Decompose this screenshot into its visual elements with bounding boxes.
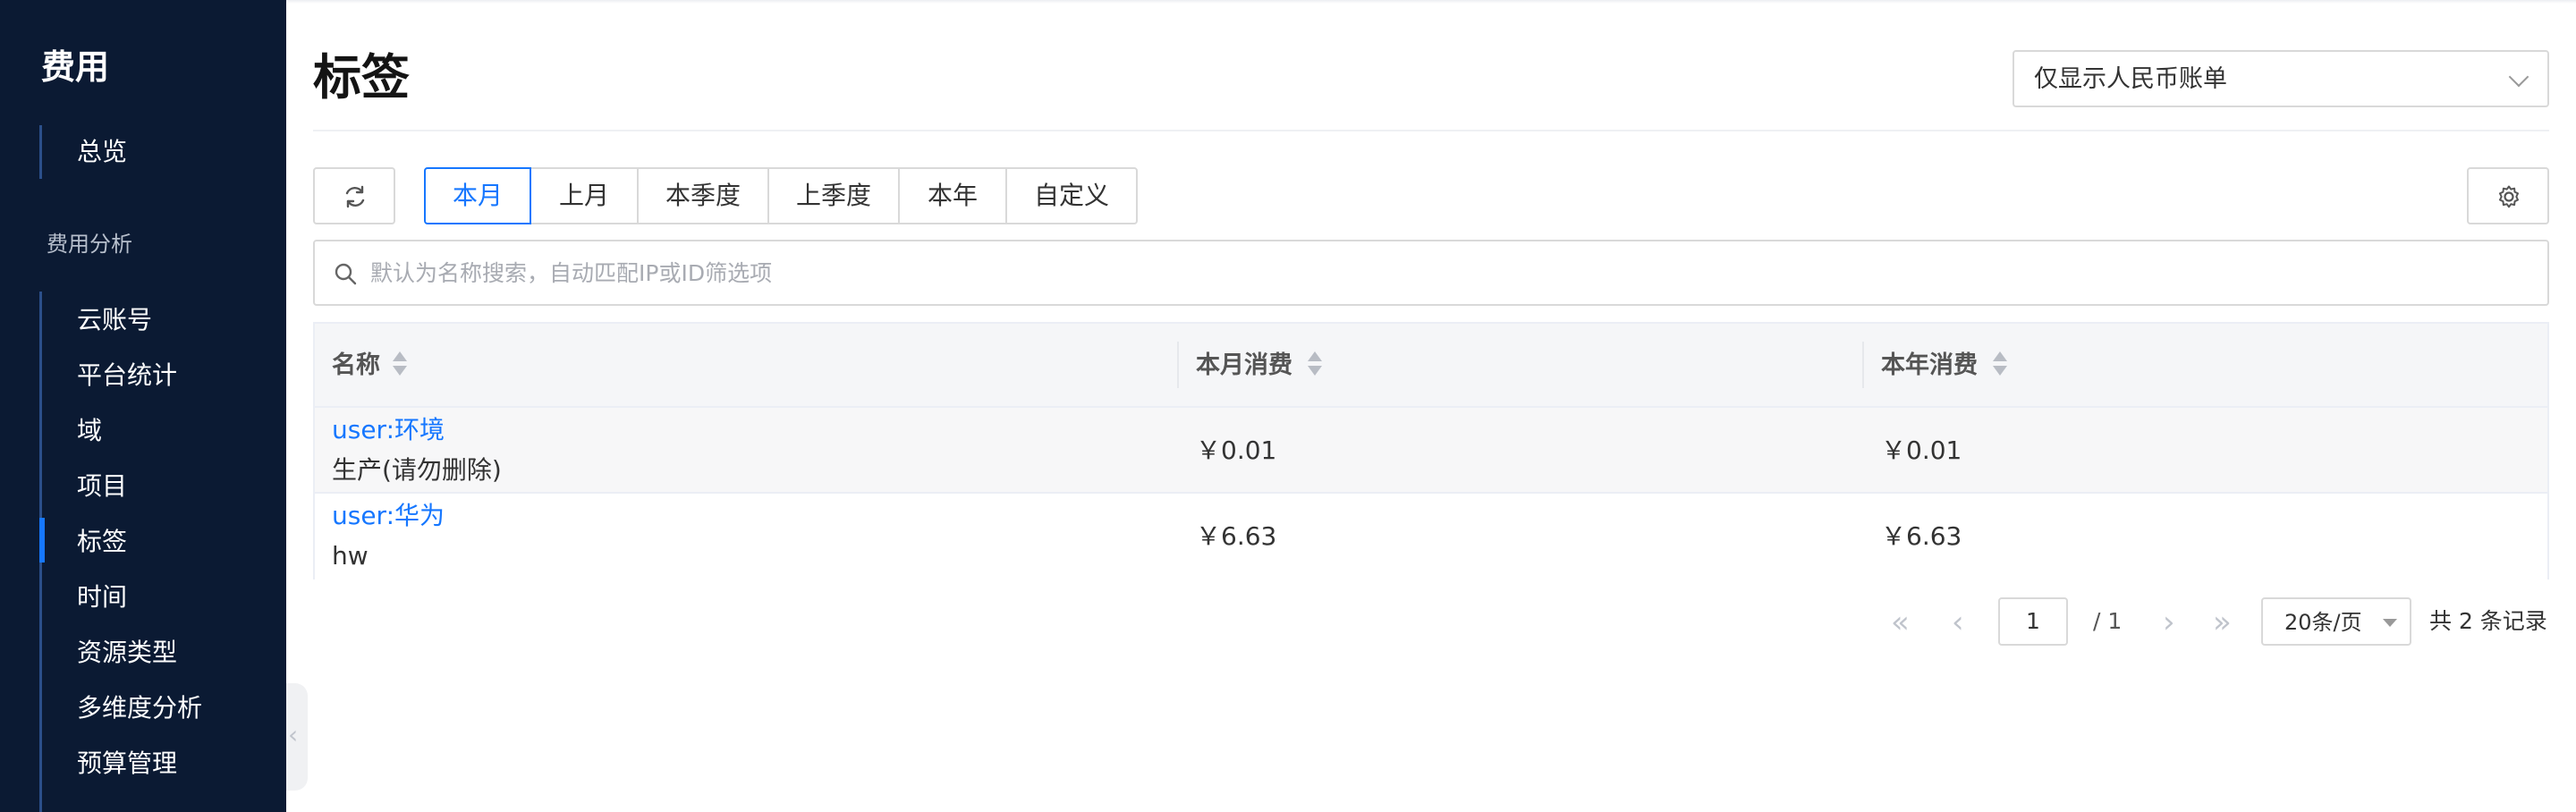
column-divider — [1177, 342, 1179, 388]
currency-filter-value: 仅显示人民币账单 — [2034, 65, 2227, 93]
time-range-tabs: 本月 上月 本季度 上季度 本年 自定义 — [424, 167, 1138, 224]
sidebar-group-label: 费用分析 — [47, 232, 132, 257]
top-shadow — [286, 0, 2576, 4]
tab-this-year[interactable]: 本年 — [898, 167, 1007, 224]
sidebar-collapse-button[interactable]: ‹ — [286, 683, 308, 791]
month-cost-cell: ￥0.01 — [1196, 436, 1277, 465]
column-header-month-cost[interactable]: 本月消费 — [1196, 349, 1292, 383]
sidebar-item-overview[interactable]: 总览 — [77, 134, 127, 170]
table-header: 名称 本月消费 本年消费 — [315, 324, 2547, 408]
refresh-button[interactable] — [313, 167, 395, 224]
tag-value: hw — [332, 541, 369, 571]
month-cost-cell: ￥6.63 — [1196, 521, 1277, 551]
search-input[interactable] — [370, 252, 2499, 293]
year-cost-cell: ￥0.01 — [1881, 436, 1962, 465]
chevron-left-icon: ‹ — [288, 720, 299, 749]
prev-page-icon[interactable]: ‹ — [1952, 605, 1964, 640]
sidebar-item-tags[interactable]: 标签 — [77, 524, 127, 560]
search-icon — [335, 263, 357, 285]
sidebar-active-indicator — [39, 518, 45, 562]
next-page-icon[interactable]: › — [2163, 605, 2175, 640]
page-size-select[interactable]: 20条/页 — [2261, 597, 2411, 646]
column-divider — [1862, 342, 1864, 388]
tab-custom[interactable]: 自定义 — [1005, 167, 1138, 224]
sidebar-divider-line — [39, 125, 42, 179]
sort-icon[interactable] — [393, 351, 407, 380]
sidebar-item-project[interactable]: 项目 — [77, 469, 127, 504]
table-row: user:环境 生产(请勿删除) ￥0.01 ￥0.01 — [315, 408, 2547, 494]
tag-value: 生产(请勿删除) — [332, 455, 502, 485]
gear-icon — [2499, 185, 2519, 208]
sidebar-item-domain[interactable]: 域 — [77, 413, 102, 449]
sidebar-item-time[interactable]: 时间 — [77, 579, 127, 615]
sidebar: 费用 总览 费用分析 云账号 平台统计 域 项目 标签 时间 资源类型 多维度分… — [0, 0, 286, 812]
table-row: user:华为 hw ￥6.63 ￥6.63 — [315, 494, 2547, 579]
sidebar-title: 费用 — [41, 47, 110, 87]
tag-name-cell: user:华为 hw — [332, 497, 445, 578]
chevron-down-icon — [2508, 66, 2529, 88]
sort-icon[interactable] — [1308, 351, 1322, 380]
sidebar-item-resource-type[interactable]: 资源类型 — [77, 635, 177, 671]
page-size-value: 20条/页 — [2284, 610, 2362, 635]
tab-last-month[interactable]: 上月 — [530, 167, 639, 224]
sidebar-item-multi-dimension[interactable]: 多维度分析 — [77, 690, 202, 726]
sidebar-item-platform-stats[interactable]: 平台统计 — [77, 358, 177, 393]
last-page-icon[interactable]: » — [2213, 605, 2232, 640]
year-cost-cell: ￥6.63 — [1881, 521, 1962, 551]
column-header-name[interactable]: 名称 — [332, 349, 380, 383]
tag-key-link[interactable]: user:环境 — [332, 411, 502, 449]
tab-this-month[interactable]: 本月 — [424, 167, 531, 224]
currency-filter-select[interactable]: 仅显示人民币账单 — [2012, 50, 2549, 107]
page-number-input[interactable]: 1 — [1998, 597, 2068, 646]
tag-name-cell: user:环境 生产(请勿删除) — [332, 411, 502, 492]
caret-down-icon — [2383, 619, 2397, 627]
page-title: 标签 — [313, 49, 410, 106]
first-page-icon[interactable]: « — [1891, 605, 1910, 640]
total-pages-label: / 1 — [2093, 608, 2123, 634]
divider — [313, 130, 2549, 131]
search-box — [313, 240, 2549, 306]
tags-table: 名称 本月消费 本年消费 user:环境 生产(请勿删除) ￥0.01 ￥0.0… — [313, 322, 2549, 579]
tag-key-link[interactable]: user:华为 — [332, 497, 445, 535]
tab-last-quarter[interactable]: 上季度 — [767, 167, 900, 224]
tab-this-quarter[interactable]: 本季度 — [637, 167, 769, 224]
sidebar-item-cloud-account[interactable]: 云账号 — [77, 302, 152, 338]
sidebar-item-budget[interactable]: 预算管理 — [77, 746, 177, 782]
refresh-icon — [345, 185, 365, 208]
sort-icon[interactable] — [1993, 351, 2007, 380]
total-records-label: 共 2 条记录 — [2429, 608, 2547, 634]
column-header-year-cost[interactable]: 本年消费 — [1881, 349, 1978, 383]
settings-button[interactable] — [2467, 167, 2549, 224]
